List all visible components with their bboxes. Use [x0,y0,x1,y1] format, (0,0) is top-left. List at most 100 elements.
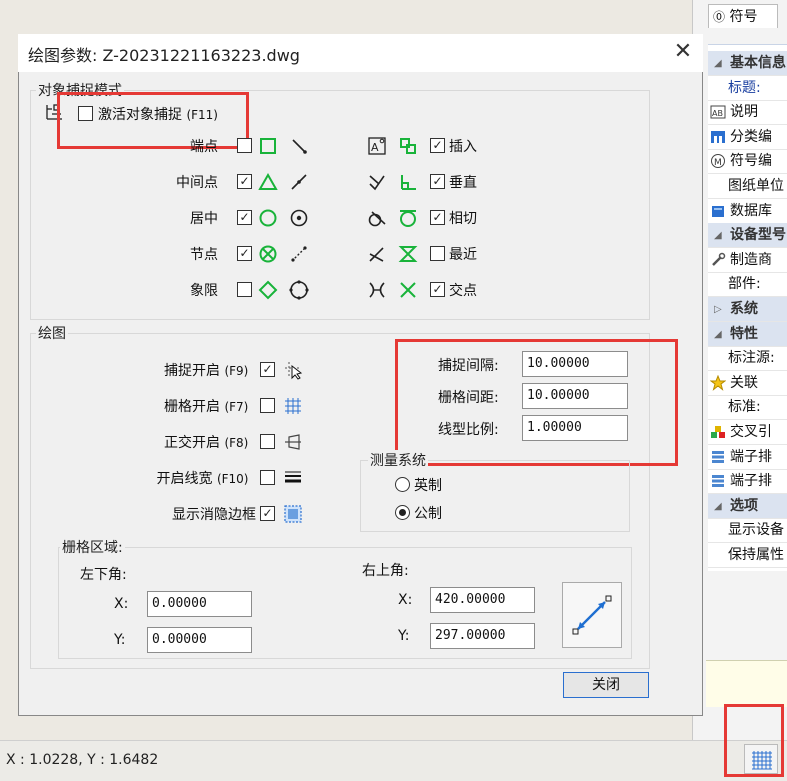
imperial-radio[interactable] [395,477,410,492]
symbol-m-icon: M [710,153,726,169]
snap-option-checkbox[interactable] [237,282,252,297]
snap-option-label: 端点 [190,139,218,155]
property-label: 选项 [730,497,758,514]
grid-area-group [58,547,632,659]
snap-option-label: 相切 [449,211,477,227]
property-label: 显示设备 [728,522,784,539]
wrench-icon [710,252,726,268]
snap-option-label: 中间点 [176,175,218,191]
snap-option-checkbox[interactable]: ✓ [430,174,445,189]
tab-symbol-label: 符号 [729,9,758,25]
upper-right-x-label: X: [398,592,413,608]
property-row[interactable]: 标注源: [708,346,787,372]
expand-arrow-icon[interactable]: ▷ [714,297,722,321]
snap-option-checkbox[interactable] [430,246,445,261]
property-row[interactable]: 交叉引 [708,420,787,445]
svg-text:AB: AB [712,109,723,118]
tab-symbol[interactable]: ⓪ 符号 [708,4,778,28]
lower-left-x-input[interactable]: 0.00000 [147,591,252,617]
property-row[interactable]: 数据库 [708,199,787,224]
center-sample-icon [289,208,309,228]
property-category[interactable]: ◢ 选项 [708,493,787,519]
insert-sample-icon: A [367,136,387,156]
property-label: 基本信息 [730,55,786,71]
property-category[interactable]: ▷ 系统 [708,297,787,322]
draw-option-label: 开启线宽 (F10) [156,471,249,487]
property-label: 保持属性 [728,547,784,563]
upper-right-x-input[interactable]: 420.00000 [430,587,535,613]
close-button[interactable]: 关闭 [563,672,649,698]
pick-diagonal-icon [572,595,612,635]
property-row[interactable]: AB 说明 [708,100,787,126]
quadrant-diamond-icon [258,280,278,300]
draw-option-label: 捕捉开启 (F9) [164,363,249,379]
property-label: 端子排 [730,448,772,465]
draw-option-label: 正交开启 (F8) [164,435,249,451]
pick-grid-area-button[interactable] [562,582,622,648]
intersection-sample-icon [367,280,387,300]
snap-option-label: 最近 [449,247,477,263]
snap-option-checkbox[interactable]: ✓ [430,138,445,153]
snap-option-label: 垂直 [449,175,477,191]
property-row[interactable]: 显示设备 [708,518,787,544]
measure-system-label: 测量系统 [368,450,428,470]
metric-label: 公制 [414,506,442,522]
property-label: 关联 [730,374,758,391]
property-label: 系统 [730,301,758,317]
collapse-arrow-icon[interactable]: ◢ [714,223,722,247]
snap-option-checkbox[interactable]: ✓ [237,246,252,261]
property-row[interactable]: 端子排 [708,469,787,495]
tangent-icon [398,208,418,228]
collapse-arrow-icon[interactable]: ◢ [714,322,722,346]
upper-right-label: 右上角: [362,563,409,579]
snap-option-checkbox[interactable]: ✓ [237,174,252,189]
metric-radio[interactable] [395,505,410,520]
lineweight-icon [283,468,303,488]
property-row[interactable]: 关联 [708,371,787,396]
property-row[interactable]: 部件: [708,272,787,298]
terminal-icon [710,473,726,489]
close-icon[interactable]: ✕ [668,38,698,66]
property-label: 特性 [730,325,758,342]
property-label: 设备型号 [730,227,786,244]
draw-option-checkbox[interactable] [260,470,275,485]
draw-option-checkbox[interactable]: ✓ [260,362,275,377]
property-row[interactable]: M 符号编 [708,149,787,175]
collapse-arrow-icon[interactable]: ◢ [714,494,722,518]
snap-option-checkbox[interactable]: ✓ [430,210,445,225]
property-row[interactable]: 标准: [708,395,787,421]
collapse-arrow-icon[interactable]: ◢ [714,51,722,75]
lower-left-y-input[interactable]: 0.00000 [147,627,252,653]
snap-option-checkbox[interactable] [237,138,252,153]
snap-option-label: 居中 [190,211,218,227]
property-category[interactable]: ◢ 基本信息 [708,51,787,76]
draw-option-checkbox[interactable] [260,434,275,449]
property-row[interactable]: 标题: [708,76,787,101]
property-category[interactable]: ◢ 特性 [708,321,787,347]
center-circle-icon [258,208,278,228]
perpendicular-icon [398,172,418,192]
property-row[interactable]: 制造商 [708,248,787,273]
snap-option-checkbox[interactable]: ✓ [237,210,252,225]
cursor-coordinates: X : 1.0228, Y : 1.6482 [6,752,159,768]
draw-option-checkbox[interactable]: ✓ [260,506,275,521]
draw-option-label: 栅格开启 (F7) [164,399,249,415]
snap-option-checkbox[interactable]: ✓ [430,282,445,297]
property-row[interactable]: 分类编 [708,125,787,150]
property-row[interactable]: 端子排 [708,445,787,470]
property-category[interactable]: ◢ 设备型号 [708,223,787,249]
property-row[interactable]: 保持属性 [708,543,787,568]
property-label: 标注源: [728,350,775,367]
cross-ref-icon [710,424,726,440]
property-label: 分类编 [730,128,772,145]
property-label: 说明 [730,104,758,121]
upper-right-y-input[interactable]: 297.00000 [430,623,535,649]
endpoint-square-icon [258,136,278,156]
insert-icon [398,136,418,156]
property-row[interactable]: 图纸单位 [708,174,787,199]
draw-option-checkbox[interactable] [260,398,275,413]
grid-icon [283,396,303,416]
terminal-icon [710,449,726,465]
node-x-circle-icon [258,244,278,264]
draw-option-label: 显示消隐边框 [172,507,256,523]
